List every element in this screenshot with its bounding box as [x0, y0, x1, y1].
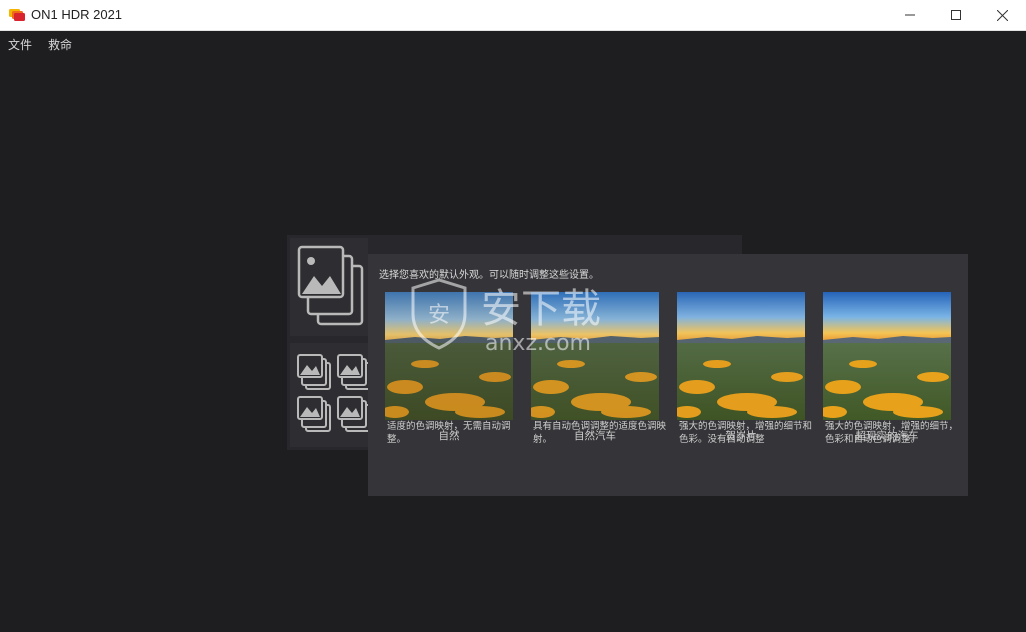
batch-photos-icon: [297, 354, 371, 432]
preset-thumbnail: [823, 292, 951, 420]
single-photo-icon: [297, 245, 364, 326]
preset-thumbnail: [677, 292, 805, 420]
title-bar: ON1 HDR 2021: [0, 0, 1026, 31]
minimize-icon: [905, 14, 915, 16]
maximize-icon: [951, 10, 961, 20]
menu-file[interactable]: 文件: [8, 36, 32, 53]
preset-description: 具有自动色调调整的适度色调映射。: [533, 421, 667, 445]
minimize-button[interactable]: [887, 0, 933, 30]
open-batch-photos-card[interactable]: [290, 343, 371, 447]
open-single-photo-card[interactable]: [290, 238, 368, 336]
popup-title: 选择您喜欢的默认外观。可以随时调整这些设置。: [379, 270, 599, 281]
default-look-popup: 选择您喜欢的默认外观。可以随时调整这些设置。 自然 适度的色调映射，无需自动调整…: [368, 254, 968, 496]
preset-description: 适度的色调映射，无需自动调整。: [387, 421, 511, 445]
window-title: ON1 HDR 2021: [31, 7, 123, 22]
close-button[interactable]: [979, 0, 1025, 30]
menu-bar: 文件 救命: [0, 31, 1026, 55]
preset-description: 强大的色调映射，增强的细节和色彩。没有自动调整: [679, 421, 813, 445]
app-logo-icon: [9, 9, 25, 21]
close-icon: [996, 9, 1008, 21]
preset-thumbnail: [385, 292, 513, 420]
maximize-button[interactable]: [933, 0, 979, 30]
menu-help[interactable]: 救命: [48, 36, 72, 53]
preset-description: 强大的色调映射，增强的细节，色彩和自动色调调整。: [825, 421, 959, 445]
preset-thumbnail: [531, 292, 659, 420]
